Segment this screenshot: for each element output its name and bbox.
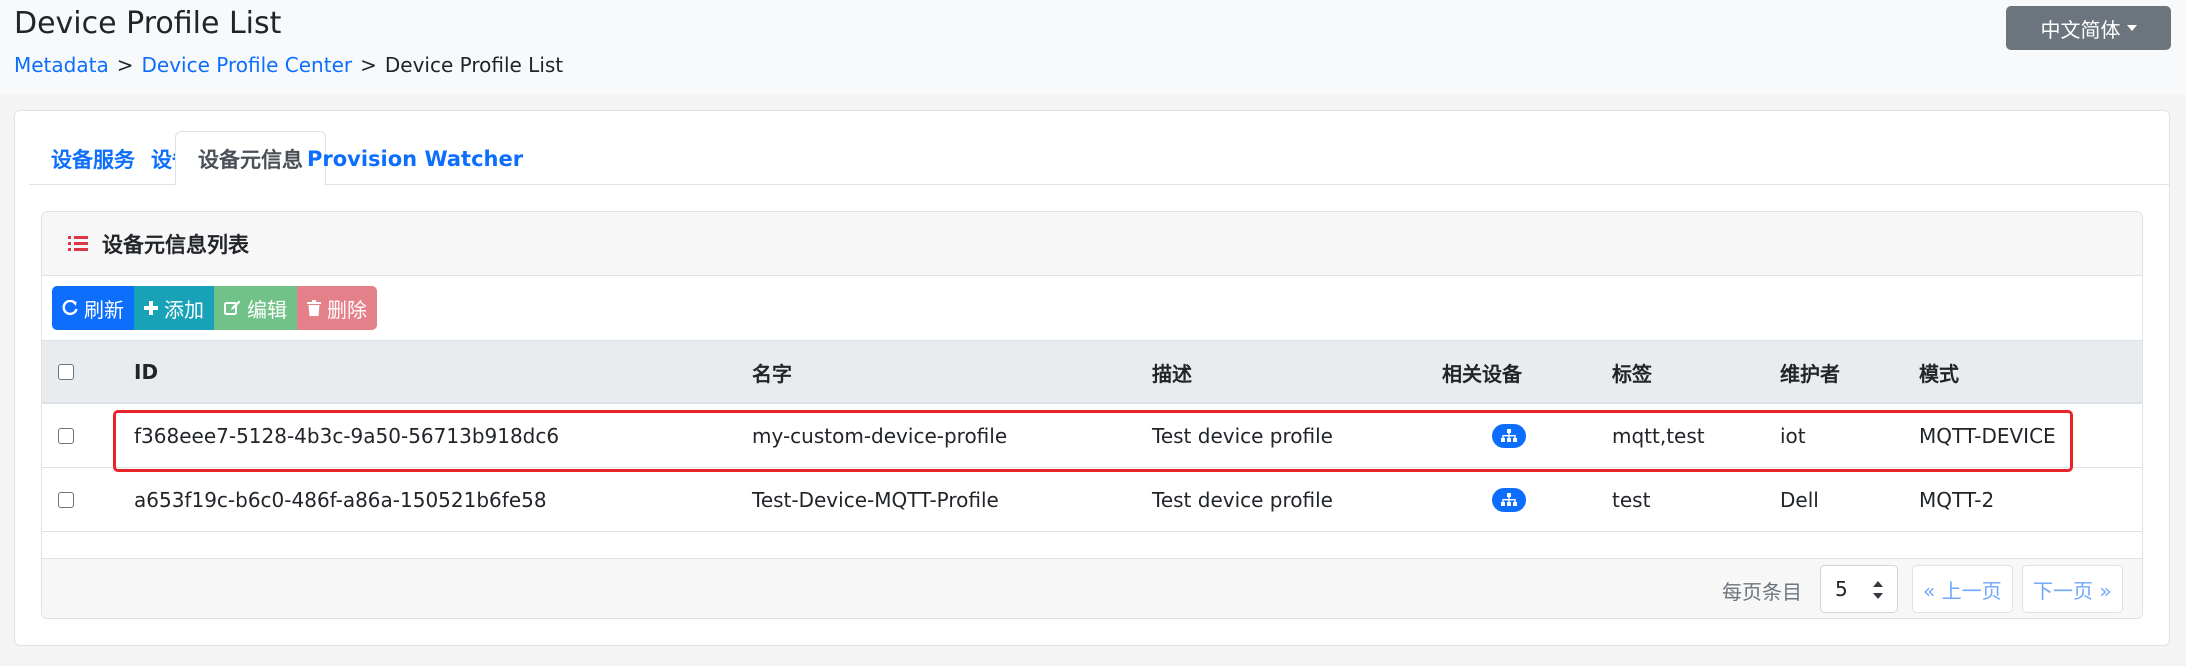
- device-profile-panel: 设备元信息列表 刷新 添加 编辑 删除 ID 名字 描述 相关设备 标签 维护者…: [41, 211, 2143, 619]
- plus-icon: [144, 301, 158, 315]
- cell-maintainer: iot: [1780, 424, 1806, 448]
- column-header-id[interactable]: ID: [134, 341, 158, 403]
- row-select-cell: [58, 404, 74, 468]
- edit-icon: [224, 300, 241, 315]
- cell-name: Test-Device-MQTT-Profile: [752, 488, 999, 512]
- related-devices-cell: [1492, 468, 1526, 532]
- main-card: 设备服务 设备 设备元信息 Provision Watcher 设备元信息列表 …: [14, 110, 2170, 646]
- per-page-label: 每页条目: [1722, 579, 1802, 604]
- page-title: Device Profile List: [14, 6, 282, 41]
- related-devices-cell: [1492, 404, 1526, 468]
- row-checkbox[interactable]: [58, 428, 74, 444]
- per-page-select[interactable]: 5: [1820, 565, 1898, 613]
- table-row[interactable]: f368eee7-5128-4b3c-9a50-56713b918dc6 my-…: [42, 404, 2142, 468]
- tab-bar: 设备服务 设备 设备元信息 Provision Watcher: [29, 131, 2169, 186]
- table-row[interactable]: a653f19c-b6c0-486f-a86a-150521b6fe58 Tes…: [42, 468, 2142, 532]
- table-header: ID 名字 描述 相关设备 标签 维护者 模式: [42, 340, 2142, 404]
- related-devices-button[interactable]: [1492, 424, 1526, 448]
- column-header-related-devices[interactable]: 相关设备: [1442, 341, 1522, 403]
- cell-model: MQTT-DEVICE: [1919, 424, 2056, 448]
- row-select-cell: [58, 468, 74, 532]
- breadcrumb-device-profile-center[interactable]: Device Profile Center: [141, 53, 352, 77]
- panel-title: 设备元信息列表: [102, 232, 249, 257]
- delete-label: 删除: [327, 297, 367, 322]
- refresh-label: 刷新: [84, 297, 124, 322]
- cell-maintainer: Dell: [1780, 488, 1819, 512]
- breadcrumb-metadata[interactable]: Metadata: [14, 53, 109, 77]
- sitemap-icon: [1501, 493, 1517, 506]
- breadcrumb: Metadata > Device Profile Center > Device Pr…: [14, 53, 563, 77]
- cell-description: Test device profile: [1152, 424, 1333, 448]
- breadcrumb-separator: >: [116, 53, 134, 77]
- refresh-button[interactable]: 刷新: [52, 286, 134, 330]
- column-header-maintainer[interactable]: 维护者: [1780, 341, 1840, 403]
- language-dropdown[interactable]: 中文简体: [2006, 6, 2171, 50]
- per-page-value: 5: [1835, 577, 1848, 601]
- table-footer: 每页条目 5 « 上一页 下一页 »: [42, 558, 2142, 618]
- add-label: 添加: [164, 297, 204, 322]
- column-header-name[interactable]: 名字: [752, 341, 792, 403]
- cell-id: f368eee7-5128-4b3c-9a50-56713b918dc6: [134, 424, 560, 448]
- select-all-checkbox[interactable]: [58, 364, 74, 380]
- cell-model: MQTT-2: [1919, 488, 1995, 512]
- column-header-model[interactable]: 模式: [1919, 341, 1959, 403]
- column-header-labels[interactable]: 标签: [1612, 341, 1652, 403]
- panel-header: 设备元信息列表: [42, 212, 2142, 276]
- cell-name: my-custom-device-profile: [752, 424, 1008, 448]
- delete-button[interactable]: 删除: [297, 286, 377, 330]
- sitemap-icon: [1501, 429, 1517, 442]
- related-devices-button[interactable]: [1492, 488, 1526, 512]
- next-page-button[interactable]: 下一页 »: [2022, 565, 2123, 613]
- row-checkbox[interactable]: [58, 492, 74, 508]
- refresh-icon: [62, 300, 78, 316]
- list-icon: [68, 235, 88, 252]
- cell-description: Test device profile: [1152, 488, 1333, 512]
- cell-labels: mqtt,test: [1612, 424, 1705, 448]
- cell-labels: test: [1612, 488, 1651, 512]
- language-label: 中文简体: [2040, 17, 2121, 42]
- caret-down-icon: [2126, 25, 2137, 31]
- select-arrows-icon: [1873, 581, 1883, 599]
- tab-provision-watcher[interactable]: Provision Watcher: [285, 131, 545, 186]
- column-header-description[interactable]: 描述: [1152, 341, 1192, 403]
- add-button[interactable]: 添加: [134, 286, 214, 330]
- edit-label: 编辑: [247, 297, 287, 322]
- page-header: Device Profile List Metadata > Device Prof…: [0, 0, 2186, 94]
- cell-id: a653f19c-b6c0-486f-a86a-150521b6fe58: [134, 488, 547, 512]
- breadcrumb-current: Device Profile List: [384, 53, 564, 77]
- trash-icon: [307, 300, 321, 316]
- edit-button[interactable]: 编辑: [214, 286, 297, 330]
- select-all-cell: [58, 341, 74, 403]
- toolbar: 刷新 添加 编辑 删除: [52, 286, 377, 330]
- breadcrumb-separator: >: [360, 53, 377, 77]
- prev-page-button[interactable]: « 上一页: [1912, 565, 2013, 613]
